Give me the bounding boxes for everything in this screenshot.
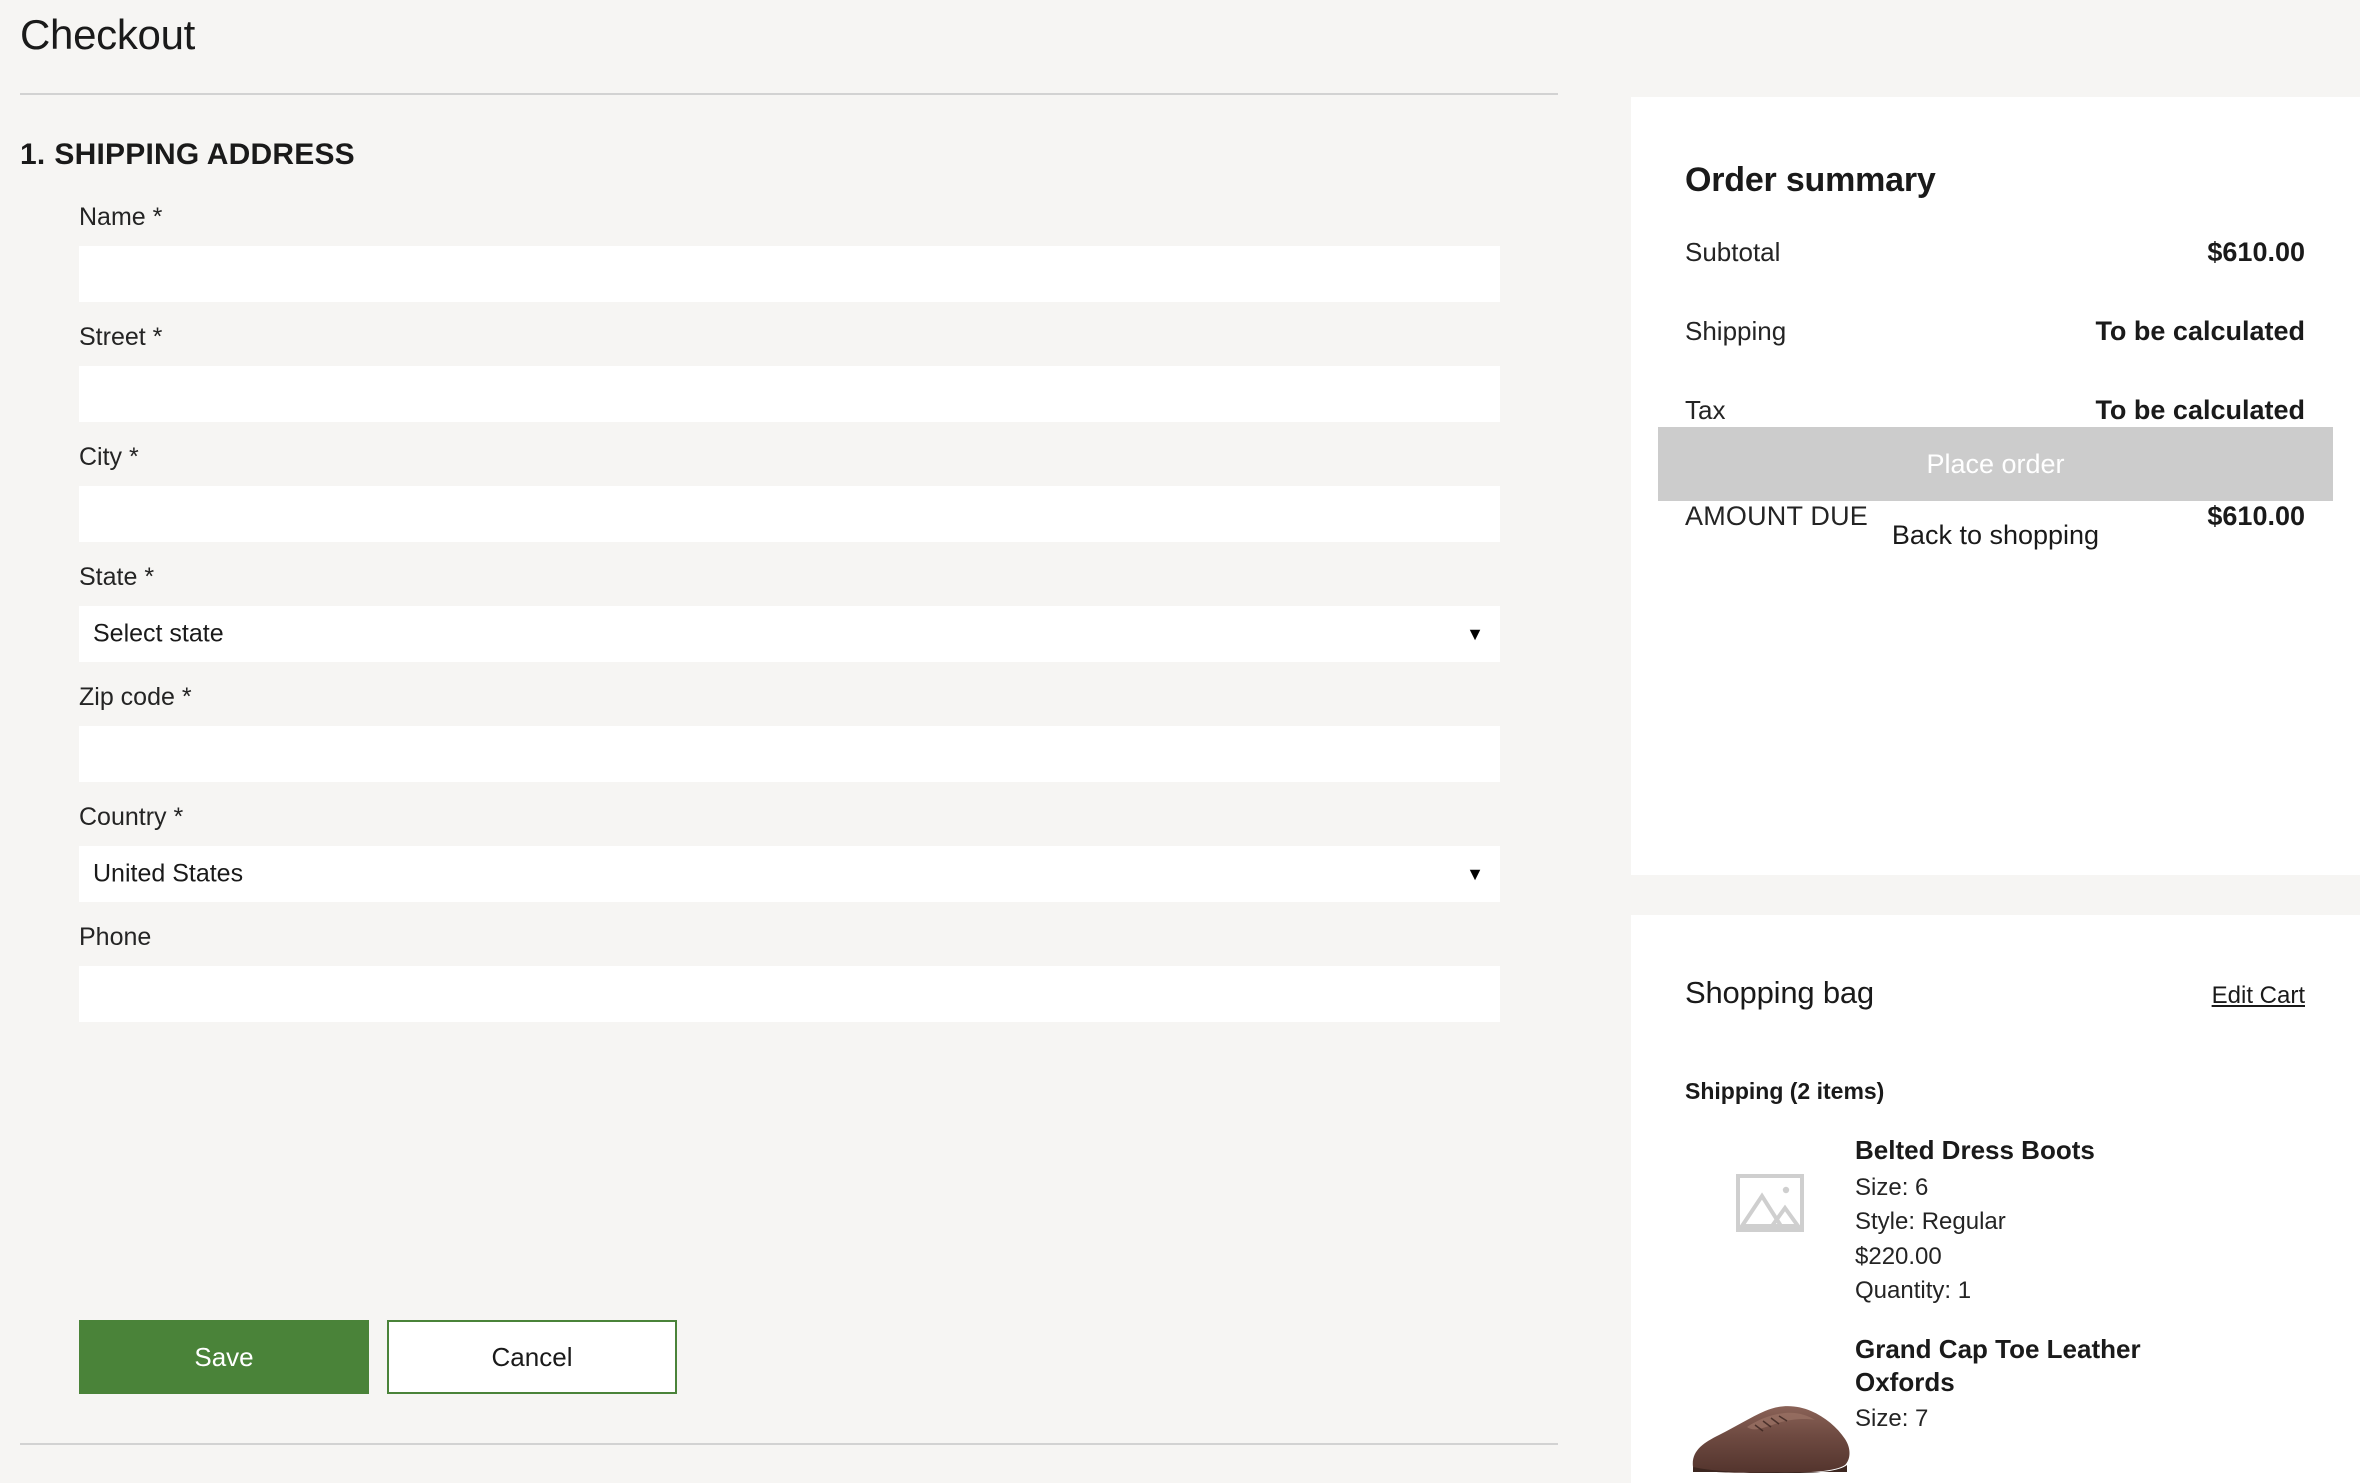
bag-item-style: Style: Regular [1855, 1208, 2006, 1236]
country-label: Country * [79, 803, 184, 831]
back-to-shopping-link[interactable]: Back to shopping [1631, 520, 2360, 551]
shopping-bag-header: Shopping bag Edit Cart [1685, 975, 2305, 1011]
country-select[interactable]: United States ▼ [79, 846, 1500, 902]
section-heading-label: SHIPPING ADDRESS [54, 138, 355, 171]
header-divider [20, 93, 1558, 95]
street-input[interactable] [79, 366, 1500, 422]
bag-item-size: Size: 7 [1855, 1405, 1929, 1433]
section-bottom-divider [20, 1443, 1558, 1445]
bag-item-info: Grand Cap Toe Leather Oxfords Size: 7 [1855, 1329, 2225, 1437]
bag-item-info: Belted Dress Boots Size: 6 Style: Regula… [1855, 1130, 2095, 1309]
city-label: City * [79, 443, 139, 471]
order-summary-rows: Subtotal $610.00 Shipping To be calculat… [1685, 237, 2305, 554]
checkout-main-column: Checkout 1. SHIPPING ADDRESS Name * Stree… [0, 0, 1600, 1483]
bag-item-name: Belted Dress Boots [1855, 1135, 2095, 1165]
street-label: Street * [79, 323, 163, 351]
chevron-down-icon: ▼ [1466, 624, 1484, 644]
page-title: Checkout [20, 11, 196, 58]
summary-row-shipping: Shipping To be calculated [1685, 316, 2305, 395]
bag-item-thumbnail [1685, 1329, 1855, 1475]
save-button[interactable]: Save [79, 1320, 369, 1394]
checkout-sidebar-column: Order summary Subtotal $610.00 Shipping … [1631, 0, 2360, 1483]
form-actions: Save Cancel [79, 1320, 677, 1394]
shopping-bag-title: Shopping bag [1685, 975, 1874, 1010]
place-order-button[interactable]: Place order [1658, 427, 2333, 501]
field-city: City * [79, 445, 1500, 542]
step-number: 1. [20, 138, 46, 171]
shipping-value: To be calculated [2095, 316, 2305, 346]
field-country: Country * United States ▼ [79, 805, 1500, 902]
field-name: Name * [79, 205, 1500, 302]
list-item[interactable]: Grand Cap Toe Leather Oxfords Size: 7 [1631, 1329, 2360, 1475]
bag-item-quantity: Quantity: 1 [1855, 1277, 1972, 1305]
bag-item-name: Grand Cap Toe Leather Oxfords [1855, 1333, 2141, 1397]
shipping-address-heading: 1. SHIPPING ADDRESS [20, 138, 355, 172]
shopping-bag-card: Shopping bag Edit Cart Shipping (2 items… [1631, 915, 2360, 1483]
zip-label: Zip code * [79, 683, 192, 711]
order-summary-title: Order summary [1685, 161, 1936, 199]
city-input[interactable] [79, 486, 1500, 542]
bag-item-thumbnail [1685, 1130, 1855, 1276]
field-zip: Zip code * [79, 685, 1500, 782]
name-label: Name * [79, 203, 163, 231]
shipping-group-label: Shipping (2 items) [1685, 1078, 1885, 1104]
order-summary-card: Order summary Subtotal $610.00 Shipping … [1631, 97, 2360, 875]
state-label: State * [79, 563, 155, 591]
shopping-bag-items: Belted Dress Boots Size: 6 Style: Regula… [1631, 1130, 2360, 1475]
image-placeholder-icon [1736, 1174, 1804, 1232]
zip-input[interactable] [79, 726, 1500, 782]
cancel-button[interactable]: Cancel [387, 1320, 677, 1394]
brown-oxford-shoe-photo [1692, 1406, 1850, 1473]
subtotal-label: Subtotal [1685, 237, 1781, 267]
bag-item-price: $220.00 [1855, 1242, 1942, 1270]
state-select-value: Select state [93, 619, 224, 648]
tax-label: Tax [1685, 395, 1726, 425]
edit-cart-link[interactable]: Edit Cart [2212, 982, 2305, 1010]
name-input[interactable] [79, 246, 1500, 302]
state-select[interactable]: Select state ▼ [79, 606, 1500, 662]
tax-value: To be calculated [2095, 395, 2305, 425]
phone-input[interactable] [79, 966, 1500, 1022]
summary-row-subtotal: Subtotal $610.00 [1685, 237, 2305, 316]
field-street: Street * [79, 325, 1500, 422]
country-select-value: United States [93, 859, 244, 888]
bag-item-size: Size: 6 [1855, 1173, 1929, 1201]
field-state: State * Select state ▼ [79, 565, 1500, 662]
field-phone: Phone [79, 925, 1500, 1022]
chevron-down-icon: ▼ [1466, 864, 1484, 884]
list-item[interactable]: Belted Dress Boots Size: 6 Style: Regula… [1631, 1130, 2360, 1309]
shipping-label: Shipping [1685, 316, 1787, 346]
subtotal-value: $610.00 [2207, 237, 2305, 267]
phone-label: Phone [79, 923, 152, 951]
shipping-address-form: Name * Street * City * State * Select st… [79, 205, 1500, 1045]
